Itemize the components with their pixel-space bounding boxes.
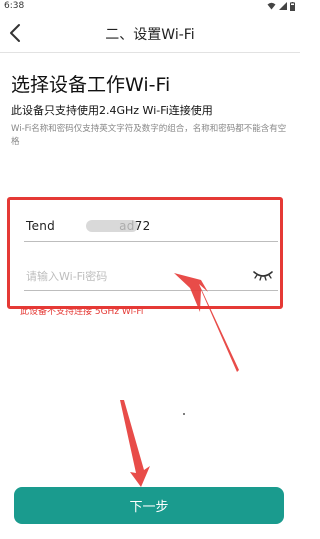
warning-text: 此设备不支持连接 5GHz Wi-Fi: [20, 307, 144, 317]
credential-hint-text: Wi-Fi名称和密码仅支持英文字符及数字的组合，名称和密码都不能含有空格: [11, 124, 287, 147]
redacted-region: [86, 220, 138, 232]
signal-icon: [279, 2, 287, 10]
band-requirement-text: 此设备只支持使用2.4GHz Wi-Fi连接使用: [11, 104, 213, 117]
section-heading: 选择设备工作Wi-Fi: [11, 74, 171, 96]
eye-closed-icon[interactable]: [252, 268, 274, 282]
wifi-name-field[interactable]: Tendad72: [24, 213, 278, 242]
app-bar: 二、设置Wi-Fi: [0, 14, 300, 53]
wifi-password-field: [24, 262, 278, 291]
annotation-arrow-lower: [120, 400, 150, 487]
wifi-password-input[interactable]: [26, 267, 236, 285]
artifact-dot: [183, 413, 185, 415]
wifi-name-prefix: Tend: [26, 219, 56, 233]
system-icons: [267, 2, 295, 11]
battery-icon: [290, 2, 295, 11]
status-bar: 6:38: [0, 0, 300, 14]
status-time: 6:38: [4, 1, 25, 11]
wifi-icon: [267, 2, 276, 10]
page-title: 二、设置Wi-Fi: [105, 27, 195, 43]
next-button[interactable]: 下一步: [14, 487, 284, 524]
